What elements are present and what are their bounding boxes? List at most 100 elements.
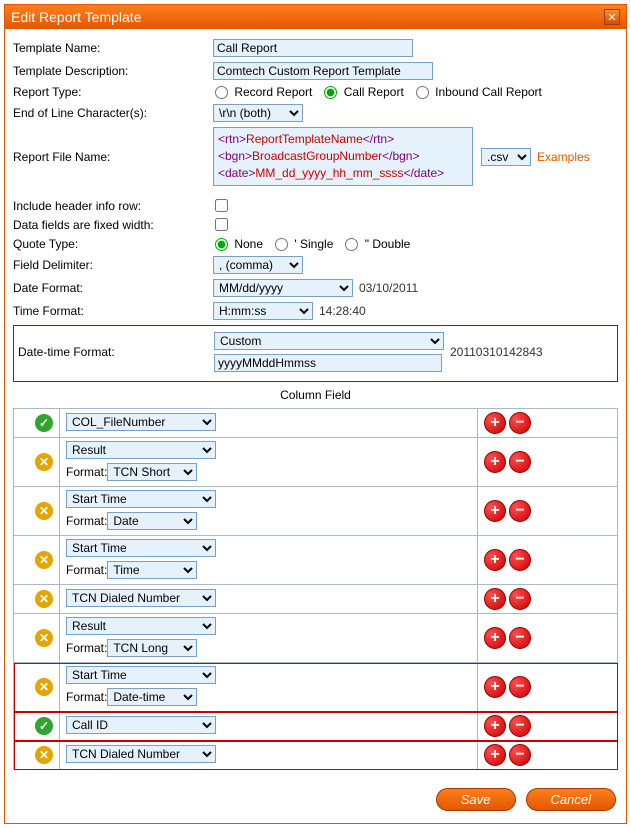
add-row-icon[interactable]: + [484, 744, 506, 766]
datetime-highlight-box: Date-time Format: Custom 20110310142843 [13, 325, 618, 382]
column-row: ✕ Result Format: TCN Long +− [14, 614, 618, 663]
column-field-select[interactable]: Start Time [66, 490, 216, 508]
add-row-icon[interactable]: + [484, 588, 506, 610]
remove-row-icon[interactable]: − [509, 500, 531, 522]
time-format-select[interactable]: H:mm:ss [213, 302, 313, 320]
include-header-checkbox[interactable] [215, 199, 228, 212]
label-time-format: Time Format: [13, 304, 213, 318]
report-file-name-input[interactable]: <rtn>ReportTemplateName</rtn> <bgn>Broad… [213, 127, 473, 185]
remove-row-icon[interactable]: − [509, 715, 531, 737]
label-datetime-format: Date-time Format: [18, 345, 214, 359]
status-ok-icon: ✓ [35, 414, 53, 432]
remove-row-icon[interactable]: − [509, 412, 531, 434]
footer: Save Cancel [5, 778, 626, 823]
column-row: ✕ Start Time Format: Date-time +− [14, 663, 618, 712]
label-date-format: Date Format: [13, 281, 213, 295]
cancel-button[interactable]: Cancel [526, 788, 616, 811]
format-select[interactable]: TCN Short [107, 463, 197, 481]
column-row: ✓ COL_FileNumber +− [14, 409, 618, 438]
remove-row-icon[interactable]: − [509, 627, 531, 649]
format-select[interactable]: Time [107, 561, 197, 579]
remove-row-icon[interactable]: − [509, 451, 531, 473]
time-format-sample: 14:28:40 [319, 304, 366, 318]
format-label: Format: [66, 514, 107, 528]
add-row-icon[interactable]: + [484, 451, 506, 473]
column-row: ✓ Call ID +− [14, 712, 618, 741]
format-label: Format: [66, 563, 107, 577]
examples-link[interactable]: Examples [537, 150, 590, 164]
add-row-icon[interactable]: + [484, 549, 506, 571]
add-row-icon[interactable]: + [484, 500, 506, 522]
status-warn-icon: ✕ [35, 629, 53, 647]
column-row: ✕ Start Time Format: Date +− [14, 487, 618, 536]
form-body: Template Name: Template Description: Rep… [5, 29, 626, 778]
label-fixed-width: Data fields are fixed width: [13, 218, 213, 232]
quote-type-group: None ' Single " Double [213, 237, 410, 251]
status-warn-icon: ✕ [35, 502, 53, 520]
remove-row-icon[interactable]: − [509, 588, 531, 610]
column-field-header: Column Field [13, 388, 618, 402]
save-button[interactable]: Save [436, 788, 516, 811]
radio-quote-none[interactable]: None [213, 237, 263, 251]
label-template-desc: Template Description: [13, 64, 213, 78]
fixed-width-checkbox[interactable] [215, 218, 228, 231]
radio-record-report[interactable]: Record Report [213, 85, 312, 99]
date-format-select[interactable]: MM/dd/yyyy [213, 279, 353, 297]
format-label: Format: [66, 690, 107, 704]
label-field-delim: Field Delimiter: [13, 258, 213, 272]
format-select[interactable]: TCN Long [107, 639, 197, 657]
window-title: Edit Report Template [11, 9, 141, 25]
datetime-format-select[interactable]: Custom [214, 332, 444, 350]
status-warn-icon: ✕ [35, 678, 53, 696]
status-warn-icon: ✕ [35, 453, 53, 471]
column-row: ✕ TCN Dialed Number +− [14, 741, 618, 770]
column-field-select[interactable]: TCN Dialed Number [66, 745, 216, 763]
remove-row-icon[interactable]: − [509, 744, 531, 766]
file-ext-select[interactable]: .csv [481, 148, 531, 166]
dialog: Edit Report Template ✕ Template Name: Te… [4, 4, 627, 824]
status-warn-icon: ✕ [35, 590, 53, 608]
column-table: ✓COL_FileNumber+−✕ResultFormat: TCN Shor… [13, 408, 618, 770]
label-include-header: Include header info row: [13, 199, 213, 213]
add-row-icon[interactable]: + [484, 627, 506, 649]
report-type-group: Record Report Call Report Inbound Call R… [213, 85, 542, 99]
column-field-select[interactable]: Start Time [66, 666, 216, 684]
format-label: Format: [66, 641, 107, 655]
label-eol: End of Line Character(s): [13, 106, 213, 120]
close-icon[interactable]: ✕ [604, 9, 620, 25]
column-field-select[interactable]: Start Time [66, 539, 216, 557]
column-row: ✕ Start Time Format: Time +− [14, 536, 618, 585]
date-format-sample: 03/10/2011 [359, 281, 418, 295]
radio-quote-double[interactable]: " Double [343, 237, 410, 251]
format-select[interactable]: Date [107, 512, 197, 530]
add-row-icon[interactable]: + [484, 412, 506, 434]
add-row-icon[interactable]: + [484, 715, 506, 737]
label-file-name: Report File Name: [13, 150, 213, 164]
datetime-custom-input[interactable] [214, 354, 442, 372]
format-select[interactable]: Date-time [107, 688, 197, 706]
column-field-select[interactable]: COL_FileNumber [66, 413, 216, 431]
field-delim-select[interactable]: , (comma) [213, 256, 303, 274]
template-name-input[interactable] [213, 39, 413, 57]
column-row: ✕ResultFormat: TCN Short+− [14, 438, 618, 487]
add-row-icon[interactable]: + [484, 676, 506, 698]
status-warn-icon: ✕ [35, 746, 53, 764]
status-ok-icon: ✓ [35, 717, 53, 735]
column-field-select[interactable]: TCN Dialed Number [66, 589, 216, 607]
remove-row-icon[interactable]: − [509, 549, 531, 571]
eol-select[interactable]: \r\n (both) [213, 104, 303, 122]
label-template-name: Template Name: [13, 41, 213, 55]
radio-inbound-call-report[interactable]: Inbound Call Report [414, 85, 542, 99]
radio-call-report[interactable]: Call Report [322, 85, 403, 99]
datetime-sample: 20110310142843 [450, 345, 543, 359]
titlebar: Edit Report Template ✕ [5, 5, 626, 29]
column-field-select[interactable]: Call ID [66, 716, 216, 734]
column-row: ✕ TCN Dialed Number +− [14, 585, 618, 614]
column-field-select[interactable]: Result [66, 617, 216, 635]
radio-quote-single[interactable]: ' Single [273, 237, 333, 251]
template-desc-input[interactable] [213, 62, 433, 80]
label-report-type: Report Type: [13, 85, 213, 99]
column-field-select[interactable]: Result [66, 441, 216, 459]
remove-row-icon[interactable]: − [509, 676, 531, 698]
status-warn-icon: ✕ [35, 551, 53, 569]
